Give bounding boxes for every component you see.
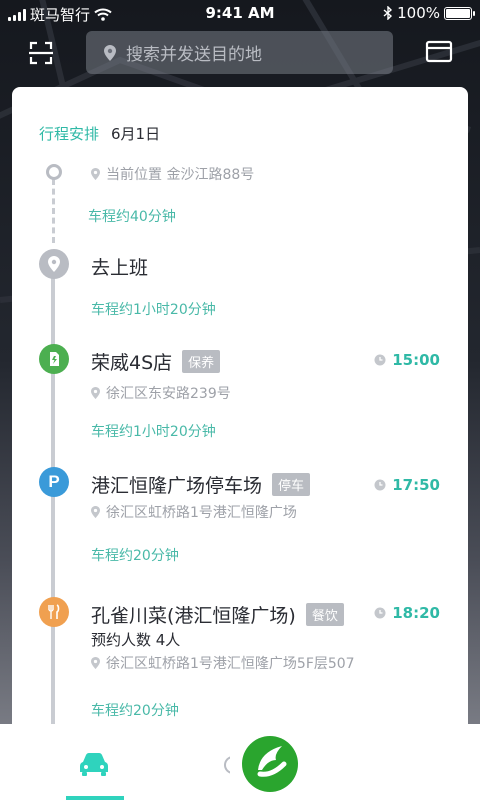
stop-time: 17:50 <box>374 476 440 494</box>
bluetooth-icon <box>383 6 393 20</box>
stop-tag: 停车 <box>272 473 311 496</box>
stop-address-text: 徐汇区东安路239号 <box>106 386 231 402</box>
timeline-line <box>51 263 55 747</box>
stop-time-text: 15:00 <box>392 351 440 369</box>
stop-address: 徐汇区虹桥路1号港汇恒隆广场5F层507 <box>91 653 355 673</box>
car-icon <box>80 753 108 776</box>
battery-percent: 100% <box>397 4 440 22</box>
stop-item-parking[interactable]: 港汇恒隆广场停车场 停车 <box>91 471 311 498</box>
parking-icon: P <box>48 472 60 491</box>
travel-time: 车程约20分钟 <box>91 548 179 564</box>
schedule-label: 行程安排 <box>39 125 100 143</box>
stop-name: 去上班 <box>91 257 149 279</box>
message-button[interactable] <box>424 38 454 66</box>
schedule-date: 6月1日 <box>111 125 161 143</box>
stop-time: 18:20 <box>374 604 440 622</box>
inbox-icon <box>425 40 453 63</box>
stop-address-text: 徐汇区虹桥路1号港汇恒隆广场 <box>106 505 297 521</box>
clock-icon <box>374 479 386 491</box>
stop-item-restaurant[interactable]: 孔雀川菜(港汇恒隆广场) 餐饮 <box>91 601 344 628</box>
travel-time: 车程约1小时20分钟 <box>91 424 216 440</box>
stop-node-parking: P <box>39 467 69 497</box>
start-node <box>46 164 62 180</box>
location-pin-icon <box>91 387 100 399</box>
stop-node-4s <box>39 344 69 374</box>
search-input[interactable]: 搜索并发送目的地 <box>86 31 393 74</box>
location-pin-icon <box>91 506 100 518</box>
search-placeholder: 搜索并发送目的地 <box>126 45 262 65</box>
timeline-dashed-line <box>52 179 55 243</box>
scan-icon <box>29 41 53 65</box>
location-pin-icon <box>48 256 60 272</box>
stop-address: 徐汇区东安路239号 <box>91 383 231 403</box>
stop-name: 孔雀川菜(港汇恒隆广场) <box>91 605 296 627</box>
location-pin-icon <box>91 657 100 669</box>
stop-name: 港汇恒隆广场停车场 <box>91 475 263 497</box>
stop-node-restaurant <box>39 597 69 627</box>
stop-name: 荣威4S店 <box>91 352 173 374</box>
start-location: 当前位置 金沙江路88号 <box>91 164 254 184</box>
travel-time: 车程约1小时20分钟 <box>91 302 216 318</box>
clock-icon <box>374 354 386 366</box>
car-service-icon <box>50 352 59 366</box>
tab-drive[interactable] <box>78 751 110 777</box>
location-pin-icon <box>91 168 100 180</box>
stop-item-work[interactable]: 去上班 <box>91 253 148 280</box>
restaurant-icon <box>48 604 60 619</box>
schedule-card: 行程安排 6月1日 当前位置 金沙江路88号 车程约40分钟 去上班 车程约1小… <box>12 87 468 747</box>
active-tab-indicator <box>66 796 124 800</box>
stop-item-4s[interactable]: 荣威4S店 保养 <box>91 348 221 375</box>
stop-address: 徐汇区虹桥路1号港汇恒隆广场 <box>91 502 297 522</box>
travel-time: 车程约20分钟 <box>91 703 179 719</box>
stop-time-text: 17:50 <box>392 476 440 494</box>
travel-time: 车程约40分钟 <box>88 209 176 225</box>
location-pin-icon <box>104 44 116 61</box>
leaf-logo-icon <box>242 736 298 792</box>
stop-tag: 餐饮 <box>305 603 344 626</box>
clock-icon <box>374 607 386 619</box>
stop-time: 15:00 <box>374 351 440 369</box>
reservation-count: 预约人数 4人 <box>91 631 181 649</box>
battery-icon <box>444 6 475 20</box>
stop-address-text: 徐汇区虹桥路1号港汇恒隆广场5F层507 <box>106 656 355 672</box>
schedule-header: 行程安排 6月1日 <box>39 123 160 144</box>
status-bar: 斑马智行 9:41 AM 100% <box>0 0 480 26</box>
bottom-tab-bar <box>0 724 240 800</box>
start-location-text: 当前位置 金沙江路88号 <box>106 167 255 183</box>
stop-time-text: 18:20 <box>392 604 440 622</box>
stop-tag: 保养 <box>182 350 221 373</box>
scan-button[interactable] <box>26 38 56 68</box>
stop-node-work <box>39 249 69 279</box>
logo-area <box>230 724 480 800</box>
